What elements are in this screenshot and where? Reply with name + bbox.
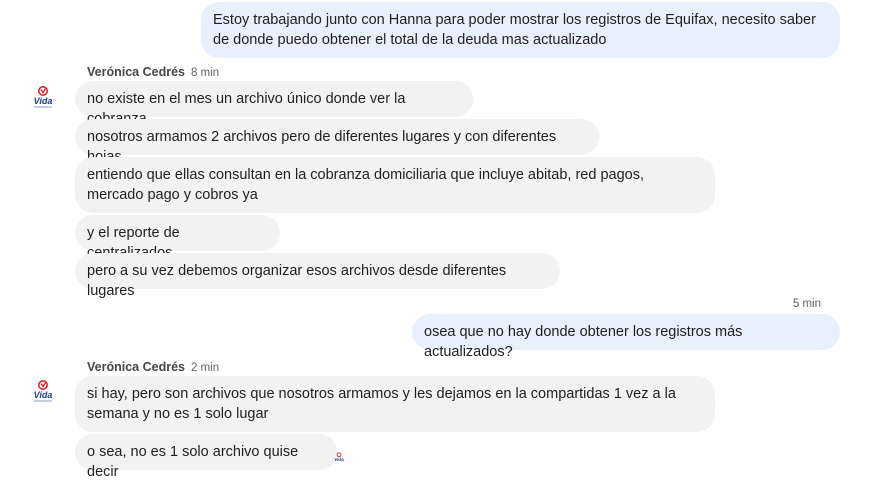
message-bubble-incoming[interactable]: no existe en el mes un archivo único don… [75, 81, 473, 127]
vida-logo-avatar-icon[interactable]: Vida [30, 379, 56, 405]
chat-thread: Estoy trabajando junto con Hanna para po… [0, 0, 882, 482]
message-bubble-incoming[interactable]: entiendo que ellas consultan en la cobra… [75, 157, 715, 213]
message-bubble-incoming[interactable]: pero a su vez debemos organizar esos arc… [75, 253, 560, 299]
message-time: 5 min [792, 298, 821, 310]
vida-logo-avatar-icon[interactable]: Vida [30, 85, 56, 111]
sender-header: Verónica Cedrés 8 min [87, 65, 219, 79]
message-text: Estoy trabajando junto con Hanna para po… [213, 12, 816, 48]
message-time: 8 min [190, 67, 220, 79]
message-bubble-incoming[interactable]: o sea, no es 1 solo archivo quise decir [75, 434, 337, 480]
svg-text:Vida: Vida [34, 96, 53, 106]
message-bubble-incoming[interactable]: nosotros armamos 2 archivos pero de dife… [75, 119, 599, 165]
message-text: si hay, pero son archivos que nosotros a… [87, 386, 676, 422]
sender-header: Verónica Cedrés 2 min [87, 360, 219, 374]
message-bubble-outgoing[interactable]: Estoy trabajando junto con Hanna para po… [201, 2, 840, 58]
message-time: 2 min [190, 362, 220, 374]
message-text: entiendo que ellas consultan en la cobra… [87, 167, 645, 203]
message-bubble-outgoing[interactable]: osea que no hay donde obtener los regist… [412, 314, 840, 360]
svg-text:Vida: Vida [34, 390, 53, 400]
svg-text:Vida: Vida [334, 457, 344, 462]
message-text: pero a su vez debemos organizar esos arc… [87, 263, 507, 299]
message-bubble-incoming[interactable]: si hay, pero son archivos que nosotros a… [75, 376, 715, 432]
message-text: o sea, no es 1 solo archivo quise decir [87, 444, 299, 480]
read-receipt-avatar-icon: Vida [334, 452, 344, 462]
message-text: osea que no hay donde obtener los regist… [424, 324, 743, 360]
message-bubble-incoming[interactable]: y el reporte de centralizados [75, 215, 280, 261]
sender-name: Verónica Cedrés [87, 65, 185, 79]
sender-name: Verónica Cedrés [87, 360, 185, 374]
